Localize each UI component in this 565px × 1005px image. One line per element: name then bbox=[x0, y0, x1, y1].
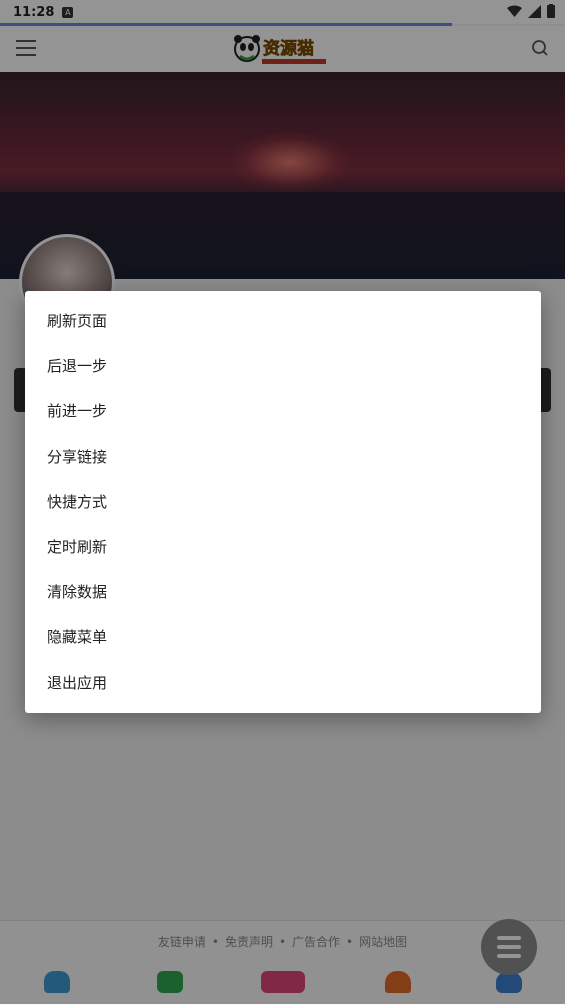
menu-item-exit[interactable]: 退出应用 bbox=[25, 661, 541, 706]
menu-item-clear-data[interactable]: 清除数据 bbox=[25, 570, 541, 615]
menu-item-back[interactable]: 后退一步 bbox=[25, 344, 541, 389]
popup-menu: 刷新页面 后退一步 前进一步 分享链接 快捷方式 定时刷新 清除数据 隐藏菜单 … bbox=[25, 291, 541, 713]
menu-item-refresh[interactable]: 刷新页面 bbox=[25, 299, 541, 344]
menu-item-hide-menu[interactable]: 隐藏菜单 bbox=[25, 615, 541, 660]
menu-item-share[interactable]: 分享链接 bbox=[25, 435, 541, 480]
menu-item-timed-refresh[interactable]: 定时刷新 bbox=[25, 525, 541, 570]
menu-item-shortcut[interactable]: 快捷方式 bbox=[25, 480, 541, 525]
menu-item-forward[interactable]: 前进一步 bbox=[25, 389, 541, 434]
